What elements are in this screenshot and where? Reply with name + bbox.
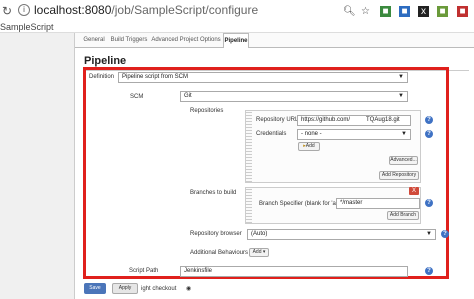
chevron-down-icon: ▼ <box>398 93 404 99</box>
add-branch-button[interactable]: Add Branch <box>387 211 419 220</box>
repository-browser-label: Repository browser <box>190 231 242 237</box>
lightweight-checkout-checkbox[interactable]: ight checkout ◉ <box>141 285 191 292</box>
save-button[interactable]: Save <box>84 283 106 294</box>
script-path-label: Script Path <box>129 268 159 274</box>
advanced-button[interactable]: Advanced... <box>389 156 418 165</box>
extension-icon[interactable]: ■ <box>437 6 448 17</box>
chevron-down-icon: ▼ <box>398 74 404 80</box>
url-path: /job/SampleScript/configure <box>111 3 259 17</box>
section-title: Pipeline <box>84 55 127 67</box>
remove-branch-button[interactable]: X <box>409 187 419 195</box>
credentials-value: - none - <box>301 131 322 137</box>
apply-button[interactable]: Apply <box>112 283 138 294</box>
tab-pipeline[interactable]: Pipeline <box>223 33 249 48</box>
star-icon[interactable]: ☆ <box>360 6 371 17</box>
definition-label: Definition <box>89 74 115 80</box>
address-bar[interactable]: localhost:8080/job/SampleScript/configur… <box>34 3 258 17</box>
bookmark-item[interactable]: SampleScript <box>0 22 54 32</box>
repository-url-value-tail: TQAug18.git <box>366 117 400 123</box>
extension-icon[interactable]: x <box>418 6 429 17</box>
drag-handle[interactable] <box>246 111 252 182</box>
help-icon[interactable]: ? <box>425 267 433 275</box>
scm-select[interactable]: Git ▼ <box>180 91 408 102</box>
tab-general[interactable]: General <box>81 33 107 48</box>
credentials-select[interactable]: - none - ▼ <box>297 129 411 140</box>
additional-behaviours-label: Additional Behaviours <box>190 250 249 256</box>
help-icon[interactable]: ? <box>425 116 433 124</box>
help-icon[interactable]: ◉ <box>186 286 191 292</box>
add-credentials-label: Add <box>305 143 315 149</box>
repository-url-label: Repository URL <box>256 117 299 123</box>
repository-url-input[interactable]: https://github.com/ TQAug18.git <box>297 115 411 126</box>
tab-bar: General Build Triggers Advanced Project … <box>75 33 474 48</box>
chevron-down-icon: ▼ <box>401 131 407 137</box>
definition-select[interactable]: Pipeline script from SCM ▼ <box>118 72 408 83</box>
credentials-label: Credentials <box>256 131 287 137</box>
lightweight-checkout-label: ight checkout <box>141 286 177 292</box>
help-icon[interactable]: ? <box>425 199 433 207</box>
browser-toolbar: ↻ i localhost:8080/job/SampleScript/conf… <box>0 0 474 33</box>
extension-icon[interactable]: ■ <box>380 6 391 17</box>
help-icon[interactable]: ? <box>441 230 449 238</box>
repository-url-value: https://github.com/ <box>301 117 351 123</box>
zoom-icon[interactable]: 🔍︎ <box>343 6 356 17</box>
help-icon[interactable]: ? <box>425 130 433 138</box>
extension-icon[interactable]: ■ <box>457 6 468 17</box>
repository-browser-value: (Auto) <box>251 231 268 237</box>
add-behaviour-label: Add <box>252 249 262 255</box>
scm-label: SCM <box>130 94 144 100</box>
add-credentials-button[interactable]: ▸Add <box>298 142 320 151</box>
branches-label: Branches to build <box>190 190 237 196</box>
drag-handle[interactable] <box>246 188 252 223</box>
chevron-down-icon: ▼ <box>426 231 432 237</box>
branch-specifier-input[interactable]: */master <box>336 198 420 209</box>
script-path-input[interactable]: Jenkinsfile <box>180 266 408 277</box>
chevron-down-icon: ▾ <box>262 249 266 255</box>
definition-value: Pipeline script from SCM <box>122 74 189 80</box>
add-repository-button[interactable]: Add Repository <box>379 171 419 180</box>
add-behaviour-button[interactable]: Add ▾ <box>249 248 269 257</box>
branch-specifier-label: Branch Specifier (blank for 'any') <box>259 201 346 207</box>
tab-advanced-project-options[interactable]: Advanced Project Options <box>151 33 221 48</box>
extension-icon[interactable]: ■ <box>399 6 410 17</box>
reload-icon[interactable]: ↻ <box>2 4 16 18</box>
repositories-label: Repositories <box>190 108 224 114</box>
url-host: localhost:8080 <box>34 3 112 17</box>
repository-browser-select[interactable]: (Auto) ▼ <box>247 229 436 240</box>
info-icon[interactable]: i <box>18 4 30 16</box>
scm-value: Git <box>184 93 192 99</box>
tab-build-triggers[interactable]: Build Triggers <box>109 33 149 48</box>
